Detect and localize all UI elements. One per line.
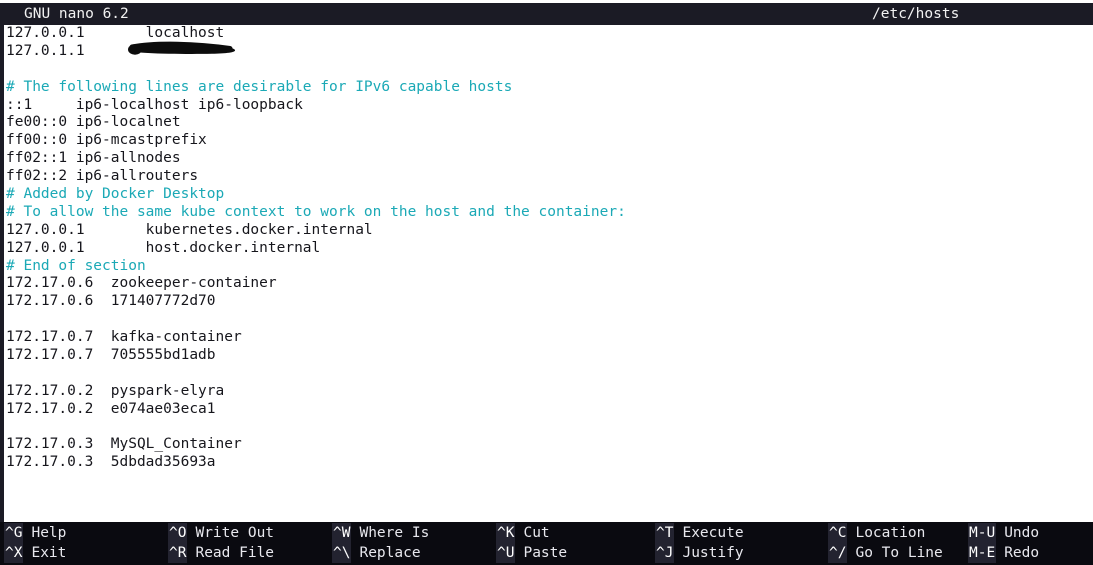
shortcut-key: ^G	[4, 523, 24, 543]
shortcut-group: M-U Undo M-E Redo	[968, 522, 1039, 565]
shortcut-key: ^O	[168, 523, 188, 543]
shortcut-label: Justify	[682, 545, 744, 561]
shortcut-key: ^R	[168, 543, 188, 563]
editor-line[interactable]: 127.0.0.1 host.docker.internal	[4, 240, 1093, 258]
shortcut-key: ^W	[332, 523, 352, 543]
shortcut-label: Cut	[523, 525, 550, 541]
editor-line[interactable]: 172.17.0.2 e074ae03eca1	[4, 401, 1093, 419]
shortcut-key: ^X	[4, 543, 24, 563]
shortcut-group: ^O Write Out ^R Read File	[168, 522, 274, 565]
shortcut-item[interactable]: ^O Write Out	[168, 523, 274, 543]
editor-line[interactable]: fe00::0 ip6-localnet	[4, 114, 1093, 132]
shortcut-label: Paste	[523, 545, 568, 561]
editor-line[interactable]: 172.17.0.6 171407772d70	[4, 293, 1093, 311]
shortcut-item[interactable]: ^J Justify	[655, 543, 744, 563]
shortcut-item[interactable]: ^W Where Is	[332, 523, 429, 543]
titlebar: GNU nano 6.2 /etc/hosts	[0, 3, 1093, 25]
app-version-label: GNU nano 6.2	[24, 6, 129, 22]
shortcut-key: ^/	[828, 543, 848, 563]
shortcut-key: ^K	[496, 523, 516, 543]
shortcut-group: ^K Cut ^U Paste	[496, 522, 567, 565]
shortcut-key: M-E	[968, 543, 997, 563]
editor-line[interactable]: 172.17.0.7 705555bd1adb	[4, 347, 1093, 365]
editor-line[interactable]: 172.17.0.3 5dbdad35693a	[4, 454, 1093, 472]
shortcut-key: ^J	[655, 543, 675, 563]
editor-line[interactable]: 127.0.0.1 localhost	[4, 25, 1093, 43]
shortcut-label: Location	[855, 525, 926, 541]
shortcut-item[interactable]: M-U Undo	[968, 523, 1039, 543]
editor-line[interactable]: 172.17.0.2 pyspark-elyra	[4, 383, 1093, 401]
editor-line[interactable]: 127.0.1.1	[4, 43, 1093, 61]
shortcut-item[interactable]: ^/ Go To Line	[828, 543, 943, 563]
editor-line[interactable]: ff00::0 ip6-mcastprefix	[4, 132, 1093, 150]
editor-line[interactable]: 172.17.0.6 zookeeper-container	[4, 275, 1093, 293]
shortcut-label: Read File	[195, 545, 275, 561]
shortcut-label: Execute	[682, 525, 744, 541]
filename-label: /etc/hosts	[872, 6, 960, 22]
shortcut-key: M-U	[968, 523, 997, 543]
shortcut-item[interactable]: ^K Cut	[496, 523, 567, 543]
shortcut-group: ^W Where Is ^\ Replace	[332, 522, 429, 565]
editor-line[interactable]: ::1 ip6-localhost ip6-loopback	[4, 97, 1093, 115]
editor-line[interactable]: 172.17.0.7 kafka-container	[4, 329, 1093, 347]
editor-line[interactable]: # The following lines are desirable for …	[4, 79, 1093, 97]
shortcut-item[interactable]: ^X Exit	[4, 543, 66, 563]
shortcut-label: Help	[31, 525, 67, 541]
shortcut-label: Write Out	[195, 525, 275, 541]
shortcut-item[interactable]: ^C Location	[828, 523, 943, 543]
editor-line[interactable]: # Added by Docker Desktop	[4, 186, 1093, 204]
shortcut-label: Where Is	[359, 525, 430, 541]
shortcut-item[interactable]: ^G Help	[4, 523, 66, 543]
shortcut-group: ^C Location ^/ Go To Line	[828, 522, 943, 565]
shortcut-item[interactable]: ^\ Replace	[332, 543, 429, 563]
shortcut-label: Go To Line	[855, 545, 943, 561]
shortcut-item[interactable]: ^U Paste	[496, 543, 567, 563]
shortcut-item[interactable]: ^R Read File	[168, 543, 274, 563]
editor-line[interactable]: 172.17.0.3 MySQL_Container	[4, 436, 1093, 454]
editor-line[interactable]: 127.0.0.1 kubernetes.docker.internal	[4, 222, 1093, 240]
editor-line[interactable]	[4, 61, 1093, 79]
shortcut-item[interactable]: ^T Execute	[655, 523, 744, 543]
editor-line[interactable]: # To allow the same kube context to work…	[4, 204, 1093, 222]
editor-line[interactable]	[4, 365, 1093, 383]
nano-editor-window: GNU nano 6.2 /etc/hosts 127.0.0.1 localh…	[0, 0, 1093, 565]
editor-line[interactable]: ff02::1 ip6-allnodes	[4, 150, 1093, 168]
shortcut-label: Exit	[31, 545, 67, 561]
shortcut-key: ^\	[332, 543, 352, 563]
shortcut-key: ^C	[828, 523, 848, 543]
shortcut-label: Replace	[359, 545, 421, 561]
editor-line[interactable]: # End of section	[4, 258, 1093, 276]
shortcut-item[interactable]: M-E Redo	[968, 543, 1039, 563]
shortcut-key: ^T	[655, 523, 675, 543]
editor-line[interactable]: ff02::2 ip6-allrouters	[4, 168, 1093, 186]
editor-line[interactable]	[4, 419, 1093, 437]
editor-line[interactable]	[4, 311, 1093, 329]
shortcut-label: Redo	[1004, 545, 1040, 561]
shortcut-label: Undo	[1004, 525, 1040, 541]
shortcut-key: ^U	[496, 543, 516, 563]
shortcut-group: ^G Help ^X Exit	[4, 522, 66, 565]
shortcut-group: ^T Execute ^J Justify	[655, 522, 744, 565]
text-editing-area[interactable]: 127.0.0.1 localhost 127.0.1.1 # The follo…	[4, 25, 1093, 522]
shortcut-bar: ^G Help ^X Exit ^O Write Out ^R Read File ^W Wher…	[0, 522, 1093, 565]
